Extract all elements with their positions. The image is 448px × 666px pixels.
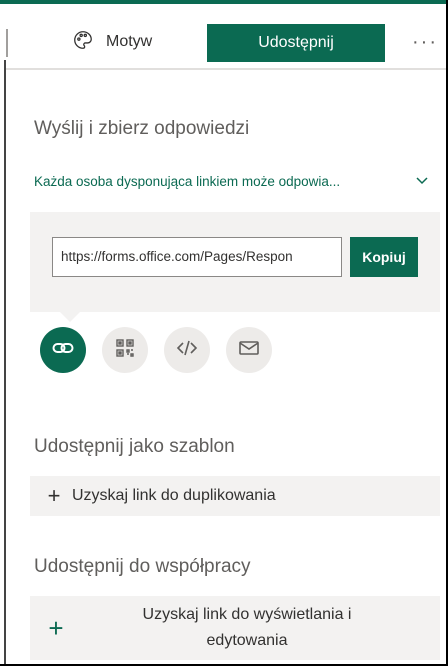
share-qr-option[interactable] [102,327,148,373]
share-email-option[interactable] [226,327,272,373]
get-collab-link-button[interactable]: + Uzyskaj link do wyświetlania i edytowa… [30,596,440,660]
panel-notch [58,310,82,322]
header-separator [6,29,8,57]
link-icon [51,336,75,365]
share-tab[interactable]: Udostępnij [207,24,385,62]
get-duplicate-link-button[interactable]: + Uzyskaj link do duplikowania [30,476,440,516]
share-panel: Motyw Udostępnij ··· Wyślij i zbierz odp… [0,0,448,666]
palette-icon [72,29,94,56]
header-divider [6,68,446,70]
link-panel: https://forms.office.com/Pages/Respon Ko… [30,212,440,312]
share-link-field[interactable]: https://forms.office.com/Pages/Respon [52,237,342,277]
collab-section-title: Udostępnij do współpracy [34,556,251,577]
share-link-option[interactable] [40,327,86,373]
plus-icon: + [48,612,64,643]
plus-icon: + [47,483,61,508]
embed-code-icon [175,336,199,365]
collab-link-label-line2: edytowania [206,632,288,649]
theme-label: Motyw [106,33,153,50]
collab-link-label-line1: Uzyskaj link do wyświetlania i [142,606,352,623]
mail-icon [237,336,261,365]
more-options-button[interactable]: ··· [408,26,442,58]
header-bar: Motyw Udostępnij ··· [0,0,446,70]
qr-code-icon [113,336,137,365]
duplicate-link-label: Uzyskaj link do duplikowania [72,487,276,504]
theme-button[interactable]: Motyw [72,24,152,60]
template-section-title: Udostępnij jako szablon [34,436,235,457]
copy-button[interactable]: Kopiuj [350,237,418,277]
share-method-icons [40,327,272,373]
send-section-title: Wyślij i zbierz odpowiedzi [34,118,250,139]
link-scope-label: Każda osoba dysponująca linkiem może odp… [34,174,341,189]
link-scope-dropdown[interactable]: Każda osoba dysponująca linkiem może odp… [34,172,430,191]
collab-link-label: Uzyskaj link do wyświetlania i edytowani… [92,602,402,654]
share-embed-option[interactable] [164,327,210,373]
panel-left-edge [4,60,6,664]
chevron-down-icon [414,172,430,191]
